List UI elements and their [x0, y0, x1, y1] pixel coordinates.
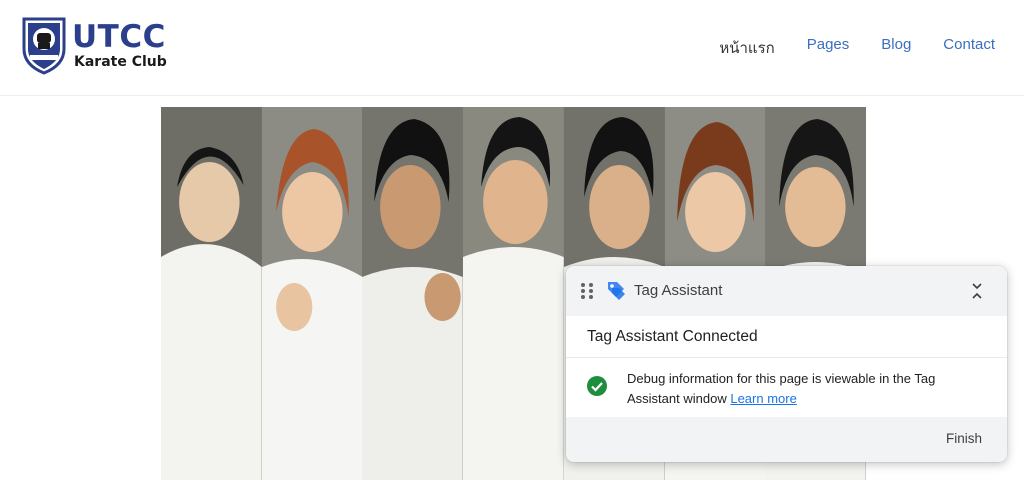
tag-assistant-footer: Finish: [566, 417, 1007, 462]
karate-member-photo: [261, 107, 363, 480]
main-nav: หน้าแรก Pages Blog Contact: [719, 36, 995, 60]
learn-more-link[interactable]: Learn more: [730, 391, 796, 406]
karate-member-photo: [463, 107, 564, 480]
tag-assistant-header: Tag Assistant: [566, 266, 1007, 316]
connection-status: Tag Assistant Connected: [566, 316, 1007, 358]
tag-assistant-dialog: Tag Assistant Tag Assistant Connected De…: [566, 266, 1007, 462]
karate-member-photo: [161, 107, 262, 480]
karate-fist-shield-icon: [22, 17, 66, 75]
nav-home[interactable]: หน้าแรก: [719, 36, 774, 60]
tag-assistant-logo-icon: [608, 282, 625, 300]
check-circle-icon: [587, 376, 607, 396]
tag-assistant-body: Debug information for this page is viewa…: [566, 358, 1007, 417]
tag-assistant-title: Tag Assistant: [634, 282, 723, 299]
nav-blog[interactable]: Blog: [881, 36, 911, 60]
nav-pages[interactable]: Pages: [807, 36, 850, 60]
karate-member-photo: [362, 107, 464, 480]
site-header: UTCC Karate Club หน้าแรก Pages Blog Cont…: [0, 0, 1024, 96]
logo-subtitle: Karate Club: [74, 53, 167, 70]
finish-button[interactable]: Finish: [946, 431, 982, 446]
debug-message: Debug information for this page is viewa…: [627, 369, 987, 409]
site-logo[interactable]: UTCC Karate Club: [20, 14, 167, 76]
nav-contact[interactable]: Contact: [943, 36, 995, 60]
collapse-icon[interactable]: [969, 282, 985, 300]
logo-title: UTCC: [72, 18, 166, 55]
drag-handle-icon[interactable]: [581, 283, 593, 299]
